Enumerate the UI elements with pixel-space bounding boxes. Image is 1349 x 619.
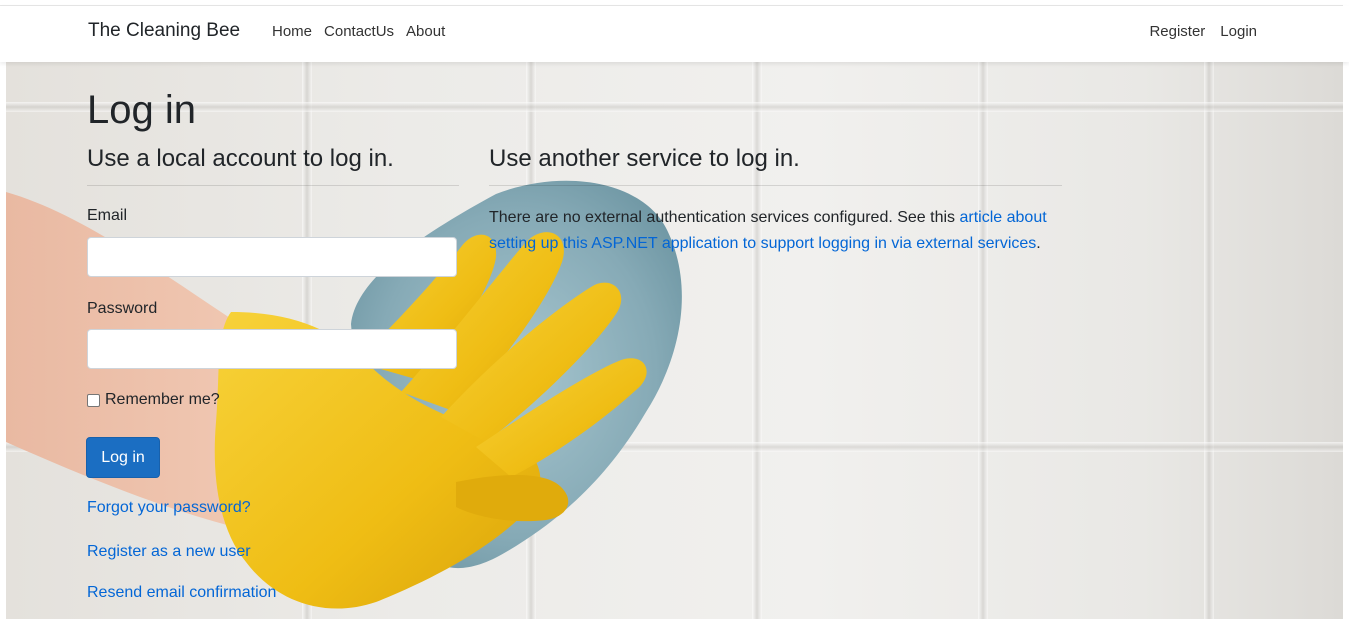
local-account-section: Use a local account to log in. xyxy=(87,144,459,186)
divider xyxy=(489,185,1062,186)
password-label: Password xyxy=(87,300,158,317)
register-new-user-link[interactable]: Register as a new user xyxy=(87,543,251,561)
external-login-heading: Use another service to log in. xyxy=(489,145,800,172)
resend-email-confirmation-link[interactable]: Resend email confirmation xyxy=(87,584,276,602)
login-page: Log in Use a local account to log in. Us… xyxy=(0,62,1349,619)
checkbox-icon[interactable] xyxy=(87,393,100,407)
external-login-section: Use another service to log in. xyxy=(489,144,1062,186)
external-info-period: . xyxy=(1036,235,1041,252)
nav-register[interactable]: Register xyxy=(1149,23,1205,40)
login-button[interactable]: Log in xyxy=(86,437,160,478)
nav-home[interactable]: Home xyxy=(272,23,312,40)
brand-link[interactable]: The Cleaning Bee xyxy=(88,20,240,42)
remember-me-label[interactable]: Remember me? xyxy=(105,391,220,409)
nav-contactus[interactable]: ContactUs xyxy=(324,23,394,40)
local-account-heading: Use a local account to log in. xyxy=(87,145,394,172)
top-navbar: The Cleaning Bee Home ContactUs About Re… xyxy=(0,6,1349,62)
forgot-password-link[interactable]: Forgot your password? xyxy=(87,499,251,517)
nav-login[interactable]: Login xyxy=(1220,23,1257,40)
email-input[interactable] xyxy=(87,237,457,277)
password-input[interactable] xyxy=(87,329,457,369)
remember-me-field: Remember me? xyxy=(87,391,220,409)
divider xyxy=(87,185,459,186)
external-auth-info: There are no external authentication ser… xyxy=(489,205,1064,257)
account-nav: Register Login xyxy=(1149,23,1257,40)
nav-about[interactable]: About xyxy=(406,23,445,40)
main-nav: Home ContactUs About xyxy=(272,23,445,40)
email-label: Email xyxy=(87,207,128,224)
external-info-text: There are no external authentication ser… xyxy=(489,209,960,226)
page-title: Log in xyxy=(87,88,196,132)
